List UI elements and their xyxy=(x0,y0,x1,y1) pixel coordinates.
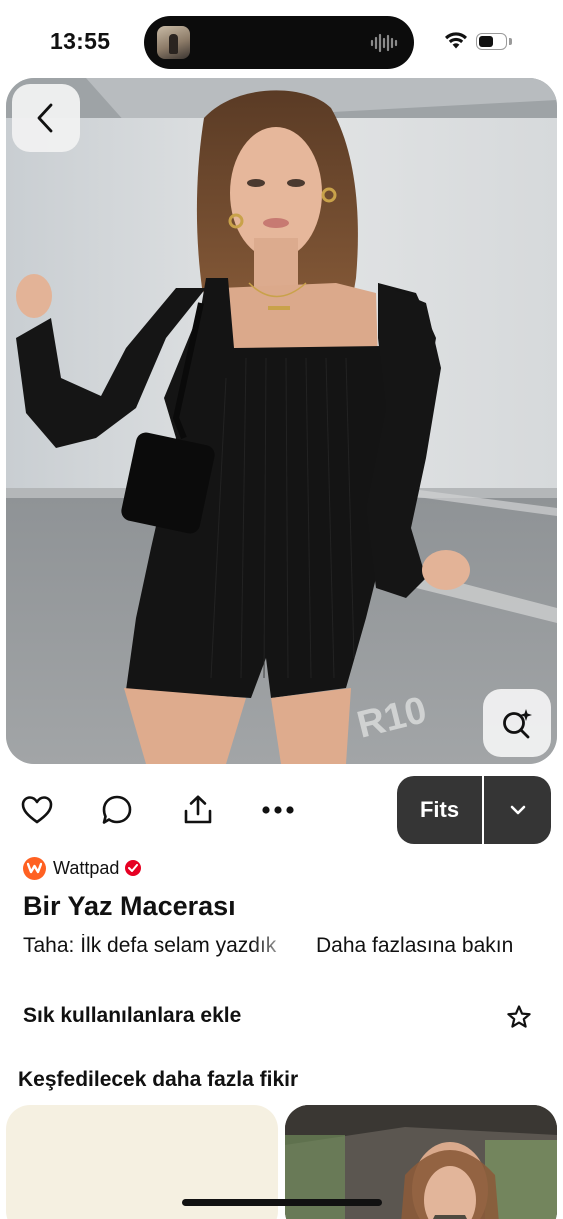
comment-icon[interactable] xyxy=(100,793,134,827)
pin-description: Taha: İlk defa selam yazdık xyxy=(23,934,277,957)
more-ideas-heading: Keşfedilecek daha fazla fikir xyxy=(18,1068,299,1091)
star-outline-icon[interactable] xyxy=(506,1004,532,1030)
home-indicator[interactable] xyxy=(182,1199,382,1206)
action-row: Fits xyxy=(0,776,563,844)
heart-icon[interactable] xyxy=(20,793,54,827)
wifi-icon xyxy=(445,32,467,49)
chevron-down-icon xyxy=(510,805,525,815)
pin-title: Bir Yaz Macerası xyxy=(23,891,236,921)
status-time: 13:55 xyxy=(50,28,111,54)
visual-search-sparkle-icon xyxy=(503,709,532,739)
verified-badge-icon xyxy=(125,860,142,876)
visual-search-button[interactable] xyxy=(483,689,551,757)
source-row[interactable]: Wattpad xyxy=(23,856,142,880)
now-playing-thumbnail xyxy=(157,26,190,59)
outfit-photo: R10 xyxy=(6,78,557,764)
battery-icon xyxy=(476,33,512,50)
pin-image[interactable]: R10 xyxy=(6,78,557,764)
fits-button-group: Fits xyxy=(397,776,551,844)
wattpad-logo-icon xyxy=(23,856,46,880)
dynamic-island[interactable] xyxy=(144,16,414,69)
status-bar: 13:55 xyxy=(0,0,563,78)
chevron-left-icon xyxy=(37,103,53,133)
see-more-link[interactable]: Daha fazlasına bakın xyxy=(316,934,513,958)
back-button[interactable] xyxy=(12,84,80,152)
source-name[interactable]: Wattpad xyxy=(53,858,119,879)
share-icon[interactable] xyxy=(181,793,215,827)
add-to-favorites-row[interactable]: Sık kullanılanlara ekle xyxy=(0,996,563,1040)
add-to-favorites-label[interactable]: Sık kullanılanlara ekle xyxy=(23,1004,241,1028)
fits-button[interactable]: Fits xyxy=(397,776,482,844)
audio-waveform-icon xyxy=(370,33,398,53)
more-icon[interactable] xyxy=(261,793,295,827)
description-row: Taha: İlk defa selam yazdık Daha fazlası… xyxy=(23,934,553,962)
fits-dropdown-button[interactable] xyxy=(484,776,551,844)
